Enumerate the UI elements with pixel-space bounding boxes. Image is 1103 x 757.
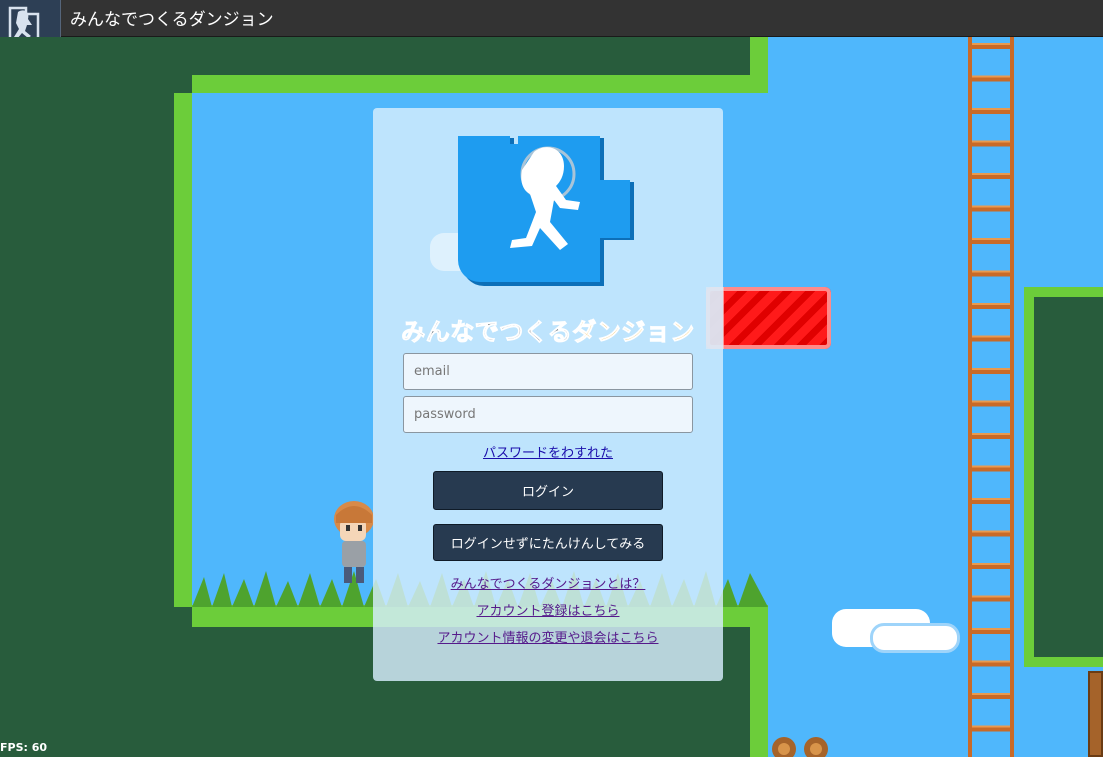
grass-border-left [174,93,192,607]
title-bar: みんなでつくるダンジョン [0,0,1103,48]
window-title: みんなでつくるダンジョン [70,10,274,30]
guest-explore-button[interactable]: ログインせずにたんけんしてみる [433,524,663,561]
player-character [334,501,374,583]
grass-border-top-right [750,37,768,93]
email-field[interactable] [403,353,693,390]
app-logo [458,136,634,286]
ladder [968,37,1014,757]
red-block [706,287,831,349]
fps-counter: FPS: 60 [0,741,48,754]
password-field[interactable] [403,396,693,433]
wooden-crate [1088,671,1103,757]
right-platform [1024,287,1103,667]
forgot-password-link[interactable]: パスワードをわすれた [373,442,723,461]
account-settings-link[interactable]: アカウント情報の変更や退会はこちら [373,627,723,646]
cloud [870,623,960,653]
grass-border-top [192,75,768,93]
log-pile [772,737,828,757]
about-link[interactable]: みんなでつくるダンジョンとは？ [373,573,723,592]
logo-wordmark: みんなでつくるダンジョン [373,312,723,347]
logo-text-part1: みんなでつくる [401,318,573,347]
grass-border-lower-right [750,627,768,757]
register-link[interactable]: アカウント登録はこちら [373,600,723,619]
logo-text-part2: ダンジョン [572,318,695,347]
login-button[interactable]: ログイン [433,471,663,510]
